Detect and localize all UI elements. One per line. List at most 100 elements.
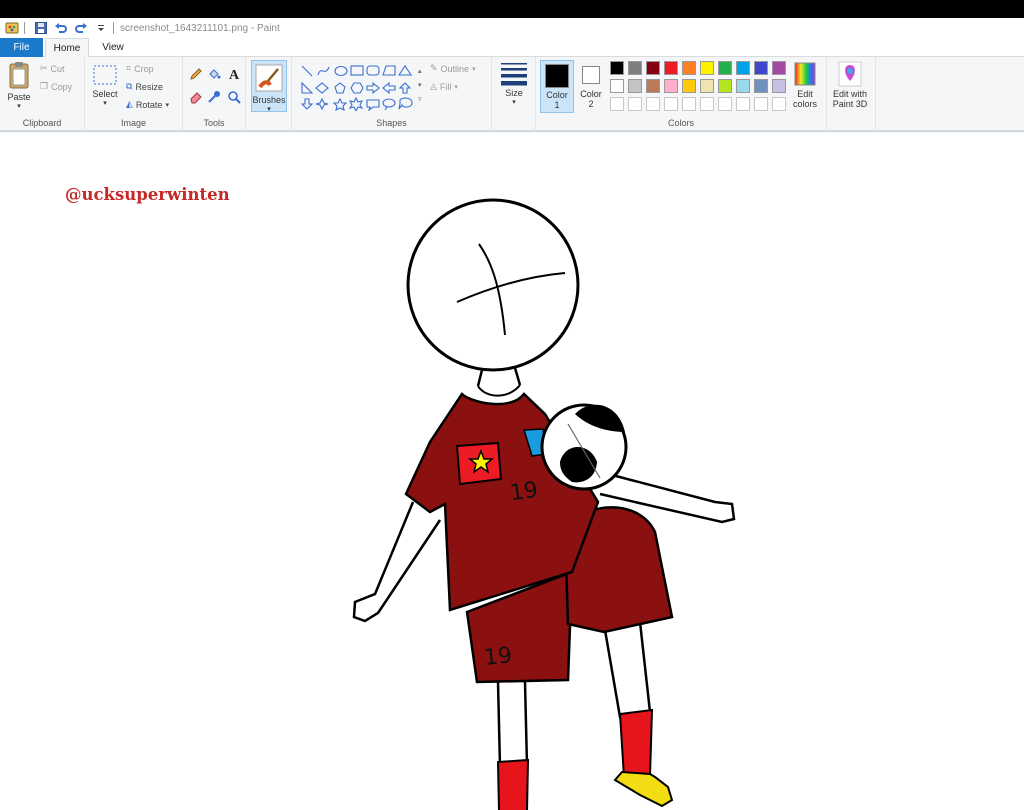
redo-icon[interactable]: [73, 20, 89, 36]
palette-swatch[interactable]: [754, 79, 768, 93]
crop-button[interactable]: ⌗ Crop: [126, 63, 154, 74]
palette-swatch[interactable]: [718, 79, 732, 93]
pencil-icon[interactable]: [189, 67, 203, 81]
paste-label: Paste: [7, 92, 31, 102]
shapes-group-label: Shapes: [376, 118, 407, 128]
select-label: Select: [92, 89, 118, 99]
crop-icon: ⌗: [126, 63, 132, 73]
color2-label-line1: Color: [580, 89, 602, 99]
paint-app-icon[interactable]: [4, 20, 20, 36]
color-picker-icon[interactable]: [207, 90, 221, 104]
cut-label: Cut: [50, 63, 65, 74]
palette-swatch[interactable]: [772, 61, 786, 75]
size-label: Size: [505, 88, 523, 98]
shorts-number: 19: [483, 643, 513, 671]
brushes-group: Brushes ▾: [246, 57, 292, 131]
paint3d-label-line2: Paint 3D: [832, 99, 868, 109]
brush-icon: [255, 64, 283, 92]
magnifier-icon[interactable]: [227, 90, 241, 104]
color2-button[interactable]: Color 2: [576, 60, 606, 109]
palette-swatch[interactable]: [664, 97, 678, 111]
palette-swatch[interactable]: [736, 97, 750, 111]
palette-swatch[interactable]: [610, 97, 624, 111]
outline-icon: ✎: [430, 63, 438, 73]
outline-button[interactable]: ✎ Outline ▾: [430, 63, 476, 74]
select-button[interactable]: Select ▾: [89, 63, 121, 107]
palette-swatch[interactable]: [718, 61, 732, 75]
palette-swatch[interactable]: [700, 79, 714, 93]
palette-swatch[interactable]: [682, 61, 696, 75]
ribbon: Paste ▾ ✂ Cut ❐ Copy Clipboard Select ▾ ⌗ C…: [0, 57, 1024, 131]
edit-colors-label-line2: colors: [792, 99, 817, 109]
colors-group: Color 1 Color 2 Edit colors Colors Edit …: [536, 57, 876, 131]
color1-label-line2: 1: [554, 100, 560, 110]
fill-icon: ◬: [430, 81, 437, 91]
save-icon[interactable]: [33, 20, 49, 36]
palette-swatch[interactable]: [754, 61, 768, 75]
palette-swatch[interactable]: [610, 79, 624, 93]
colors-group-label: Colors: [667, 118, 694, 128]
palette-swatch[interactable]: [646, 61, 660, 75]
palette-swatch[interactable]: [682, 79, 696, 93]
shapes-group: ▴ ▾ ▿ ✎ Outline ▾ ◬ Fill ▾ Shapes: [292, 57, 492, 131]
palette-swatch[interactable]: [628, 61, 642, 75]
brushes-label: Brushes: [252, 95, 286, 105]
palette-swatch[interactable]: [628, 79, 642, 93]
window-title: screenshot_1643211101.png - Paint: [120, 22, 280, 34]
palette-swatch[interactable]: [646, 79, 660, 93]
tools-group-label: Tools: [203, 118, 225, 128]
color2-label-line2: 2: [588, 99, 594, 109]
palette-swatch[interactable]: [700, 97, 714, 111]
palette-swatch[interactable]: [700, 61, 714, 75]
paste-button[interactable]: Paste ▾: [4, 60, 34, 110]
copy-button[interactable]: ❐ Copy: [40, 81, 72, 92]
color2-swatch: [582, 66, 600, 84]
tab-file[interactable]: File: [0, 38, 43, 57]
eraser-icon[interactable]: [189, 90, 203, 104]
screen-top-black-bar: [0, 0, 1024, 18]
outline-label: Outline: [440, 63, 470, 74]
edit-colors-button[interactable]: Edit colors: [788, 61, 822, 109]
right-sock: [618, 708, 654, 779]
fill-button[interactable]: ◬ Fill ▾: [430, 81, 458, 92]
palette-swatch[interactable]: [772, 97, 786, 111]
palette-swatch[interactable]: [718, 97, 732, 111]
palette-swatch[interactable]: [664, 61, 678, 75]
size-button[interactable]: Size ▾: [497, 60, 531, 106]
undo-icon[interactable]: [53, 20, 69, 36]
brushes-button[interactable]: Brushes ▾: [251, 60, 287, 113]
tab-home[interactable]: Home: [45, 38, 89, 58]
tab-view[interactable]: View: [92, 38, 134, 57]
palette-swatch[interactable]: [646, 97, 660, 111]
cut-button[interactable]: ✂ Cut: [40, 63, 65, 74]
rotate-label: Rotate: [135, 99, 163, 110]
customize-quick-access-icon[interactable]: [93, 20, 109, 36]
palette-swatch[interactable]: [682, 97, 696, 111]
edit-with-paint3d-button[interactable]: Edit with Paint 3D: [828, 61, 872, 109]
drawing-canvas[interactable]: 19 19 @ucksuperwinten: [0, 131, 1024, 810]
rotate-icon: ◭: [126, 99, 133, 109]
edit-colors-label-line1: Edit: [797, 89, 813, 99]
image-group-label: Image: [120, 118, 146, 128]
resize-button[interactable]: ⧉ Resize: [126, 81, 163, 92]
palette-swatch[interactable]: [736, 61, 750, 75]
fill-bucket-icon[interactable]: [207, 67, 221, 81]
palette-swatch[interactable]: [736, 79, 750, 93]
color1-button[interactable]: Color 1: [540, 60, 574, 113]
palette-swatch[interactable]: [754, 97, 768, 111]
palette-swatch[interactable]: [664, 79, 678, 93]
edit-colors-icon: [794, 62, 816, 86]
shapes-scroll[interactable]: ▴ ▾ ▿: [418, 65, 422, 107]
palette-swatch[interactable]: [610, 61, 624, 75]
resize-label: Resize: [135, 81, 163, 92]
palette-swatch[interactable]: [628, 97, 642, 111]
shapes-gallery[interactable]: [298, 63, 422, 111]
select-icon: [93, 65, 117, 85]
color1-label-line1: Color: [546, 90, 568, 100]
palette-swatch[interactable]: [772, 79, 786, 93]
jersey-number: 19: [508, 478, 539, 507]
rotate-button[interactable]: ◭ Rotate ▾: [126, 99, 169, 110]
copy-label: Copy: [51, 81, 73, 92]
paint3d-label-line1: Edit with: [832, 89, 867, 99]
text-tool-icon[interactable]: A: [227, 66, 241, 81]
